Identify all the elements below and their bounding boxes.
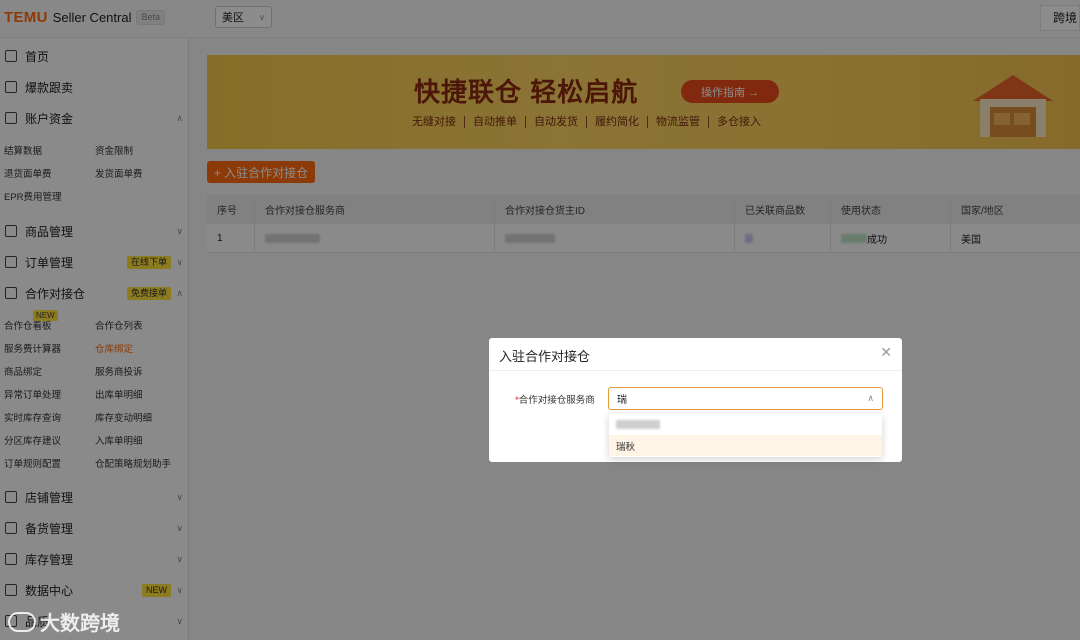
dialog-divider xyxy=(489,370,902,371)
provider-dropdown: 瑞秋 xyxy=(609,414,882,457)
dialog-title: 入驻合作对接仓 xyxy=(499,349,591,364)
watermark-logo-icon xyxy=(8,611,36,632)
dropdown-option[interactable]: 瑞秋 xyxy=(609,435,882,456)
provider-select[interactable]: 瑞 ∧ xyxy=(608,387,883,410)
close-icon[interactable]: ✕ xyxy=(880,344,892,361)
field-label-text: 合作对接仓服务商 xyxy=(518,395,595,406)
watermark-text: 大数跨境 xyxy=(40,613,120,635)
provider-select-value: 瑞 xyxy=(617,395,627,406)
provider-field-label: *合作对接仓服务商 xyxy=(515,392,595,406)
watermark: 大数跨境 xyxy=(8,607,120,636)
modal-overlay[interactable] xyxy=(0,0,1080,640)
chevron-up-icon: ∧ xyxy=(867,393,874,403)
dropdown-option-blurred[interactable] xyxy=(609,414,882,435)
